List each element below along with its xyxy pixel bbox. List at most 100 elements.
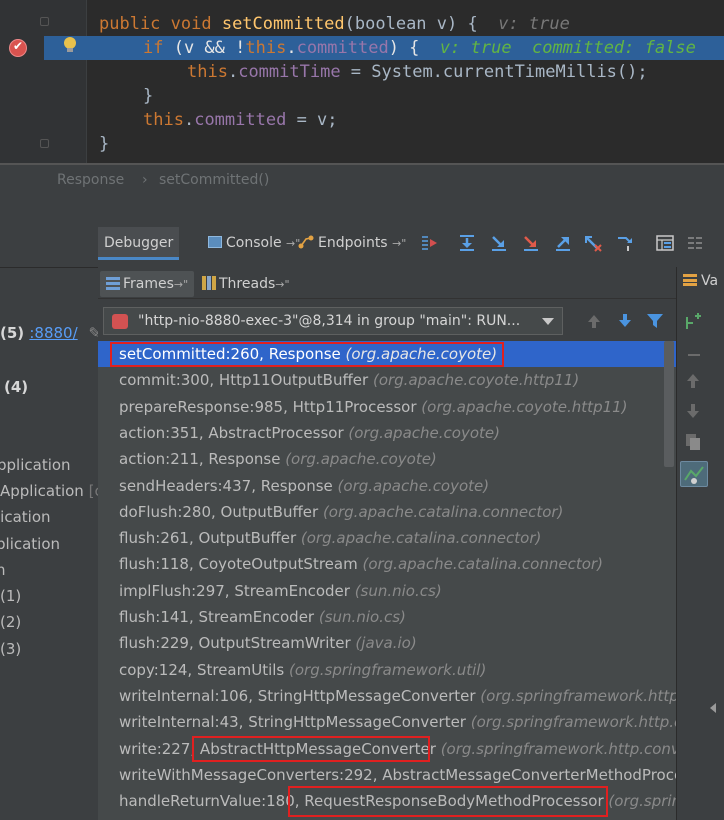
frame-row[interactable]: doFlush:280, OutputBuffer (org.apache.ca… xyxy=(98,499,676,525)
frame-row[interactable]: action:351, AbstractProcessor (org.apach… xyxy=(98,420,676,446)
frame-package: (org.apache.coyote) xyxy=(348,423,500,442)
service-item[interactable]: (4) xyxy=(4,378,28,396)
thread-selector-bar: "http-nio-8880-exec-3"@8,314 in group "m… xyxy=(98,301,676,341)
tab-label: Frames xyxy=(123,276,174,292)
frames-scrollbar[interactable] xyxy=(664,341,674,467)
restore-layout-icon[interactable] xyxy=(686,234,704,252)
service-label: (3) xyxy=(0,640,22,658)
drop-frame-icon[interactable] xyxy=(584,234,602,252)
evaluate-expression-icon[interactable] xyxy=(656,234,674,252)
frame-method: doFlush:280, OutputBuffer xyxy=(119,502,323,521)
frame-row[interactable]: implFlush:297, StreamEncoder (sun.nio.cs… xyxy=(98,578,676,604)
service-item[interactable]: (1) xyxy=(0,587,21,605)
code-text: currentTimeMillis(); xyxy=(442,62,648,82)
breakpoint-icon[interactable] xyxy=(9,39,27,57)
frame-package: (java.io) xyxy=(355,634,417,653)
frame-row[interactable]: writeInternal:43, StringHttpMessageConve… xyxy=(98,709,676,735)
service-url-link[interactable]: :8880/ xyxy=(29,324,77,342)
code-line-6[interactable]: } xyxy=(99,132,109,156)
tab-console[interactable]: Console →" xyxy=(208,227,300,260)
frame-method: writeWithMessageConverters:292, Abstract… xyxy=(119,765,676,784)
service-label: Application xyxy=(0,482,84,500)
add-watch-icon[interactable] xyxy=(683,313,705,333)
frame-row[interactable]: handleReturnValue:180, RequestResponseBo… xyxy=(98,788,676,814)
frame-package: (org.apache.catalina.connector) xyxy=(362,555,603,574)
chevron-left-icon[interactable] xyxy=(710,703,716,713)
console-icon xyxy=(208,236,222,248)
frame-row[interactable]: flush:261, OutputBuffer (org.apache.cata… xyxy=(98,525,676,551)
filter-icon[interactable] xyxy=(646,313,664,333)
frame-package: (org.springframework.http.c xyxy=(470,713,676,732)
code-text: = v; xyxy=(286,110,338,130)
frame-row[interactable]: copy:124, StreamUtils (org.springframewo… xyxy=(98,657,676,683)
service-label: plication xyxy=(0,535,61,553)
service-item[interactable]: n xyxy=(0,561,6,579)
tab-label: Va xyxy=(701,273,719,289)
frame-row[interactable]: sendHeaders:437, Response (org.apache.co… xyxy=(98,473,676,499)
force-step-into-icon[interactable] xyxy=(522,234,540,252)
tab-frames[interactable]: Frames→" xyxy=(100,271,195,297)
frame-row[interactable]: action:211, Response (org.apache.coyote) xyxy=(98,446,676,472)
service-item[interactable]: Application [c xyxy=(0,482,103,500)
keyword: if xyxy=(143,38,164,58)
frame-method: commit:300, Http11OutputBuffer xyxy=(119,371,373,390)
breadcrumb-item-class[interactable]: Response xyxy=(57,172,124,188)
code-line-1[interactable]: public void setCommitted(boolean v) { v:… xyxy=(99,12,570,36)
show-watches-toggle-icon[interactable] xyxy=(680,461,708,487)
variables-icon xyxy=(683,274,697,286)
thread-selector[interactable]: "http-nio-8880-exec-3"@8,314 in group "m… xyxy=(103,307,563,335)
previous-frame-icon[interactable] xyxy=(586,313,602,333)
code-line-2[interactable]: if (v && !this.committed) { v: true comm… xyxy=(143,36,696,60)
frame-method: writeInternal:106, StringHttpMessageConv… xyxy=(119,686,481,705)
frame-row[interactable]: prepareResponse:985, Http11Processor (or… xyxy=(98,394,676,420)
remove-watch-icon[interactable] xyxy=(683,345,705,365)
panel-divider xyxy=(0,267,98,268)
frame-row[interactable]: flush:118, CoyoteOutputStream (org.apach… xyxy=(98,551,676,577)
show-execution-point-icon[interactable] xyxy=(420,234,438,252)
frame-method: flush:141, StreamEncoder xyxy=(119,608,319,626)
frame-row[interactable]: flush:229, OutputStreamWriter (java.io) xyxy=(98,630,676,656)
tab-endpoints[interactable]: Endpoints →" xyxy=(298,227,406,260)
intention-bulb-icon[interactable] xyxy=(63,37,77,53)
service-item[interactable]: pplication xyxy=(0,456,71,474)
service-item[interactable]: (3) xyxy=(0,640,21,658)
chevron-down-icon xyxy=(542,318,554,325)
fold-marker-icon[interactable] xyxy=(40,139,49,148)
service-item[interactable]: plication xyxy=(0,535,60,553)
keyword: this xyxy=(187,62,228,82)
service-label: n xyxy=(0,561,6,579)
service-item[interactable]: (2) xyxy=(0,613,21,631)
move-watch-down-icon[interactable] xyxy=(683,401,705,421)
tab-variables[interactable]: Va xyxy=(683,273,718,289)
move-watch-up-icon[interactable] xyxy=(683,371,705,391)
code-line-4[interactable]: } xyxy=(143,84,153,108)
frame-row[interactable]: writeWithMessageConverters:292, Abstract… xyxy=(98,762,676,788)
frame-row[interactable]: write:227, AbstractHttpMessageConverter … xyxy=(98,736,676,762)
frames-list[interactable]: setCommitted:260, Response (org.apache.c… xyxy=(98,341,676,820)
tab-threads[interactable]: Threads→" xyxy=(196,271,296,297)
step-out-icon[interactable] xyxy=(554,234,572,252)
breadcrumb-item-method[interactable]: setCommitted() xyxy=(159,172,269,188)
step-into-icon[interactable] xyxy=(490,234,508,252)
code-line-3[interactable]: this.commitTime = System.currentTimeMill… xyxy=(187,60,648,84)
frame-method: flush:229, OutputStreamWriter xyxy=(119,634,356,653)
tab-label: Endpoints xyxy=(318,235,388,251)
frame-method: handleReturnValue:180, RequestResponseBo… xyxy=(119,792,609,811)
step-over-icon[interactable] xyxy=(458,234,476,252)
frame-row[interactable]: flush:141, StreamEncoder (sun.nio.cs) xyxy=(98,604,676,630)
frame-package: (org.apache.coyote) xyxy=(285,450,437,469)
frame-row[interactable]: setCommitted:260, Response (org.apache.c… xyxy=(98,341,676,367)
service-item-port[interactable]: (5) :8880/ ✎ xyxy=(0,324,101,342)
frame-row[interactable]: commit:300, Http11OutputBuffer (org.apac… xyxy=(98,367,676,393)
next-frame-icon[interactable] xyxy=(617,313,633,333)
copy-icon[interactable] xyxy=(683,431,705,451)
frame-row[interactable]: writeInternal:106, StringHttpMessageConv… xyxy=(98,683,676,709)
run-to-cursor-icon[interactable] xyxy=(616,234,634,252)
fold-marker-icon[interactable] xyxy=(40,17,49,26)
frame-package: (org.apache.coyote) xyxy=(345,345,498,363)
service-item[interactable]: lication xyxy=(0,508,51,526)
code-editor[interactable]: public void setCommitted(boolean v) { v:… xyxy=(0,0,724,163)
code-line-5[interactable]: this.committed = v; xyxy=(143,108,338,132)
service-label: lication xyxy=(0,508,51,526)
tab-debugger[interactable]: Debugger xyxy=(98,227,180,260)
